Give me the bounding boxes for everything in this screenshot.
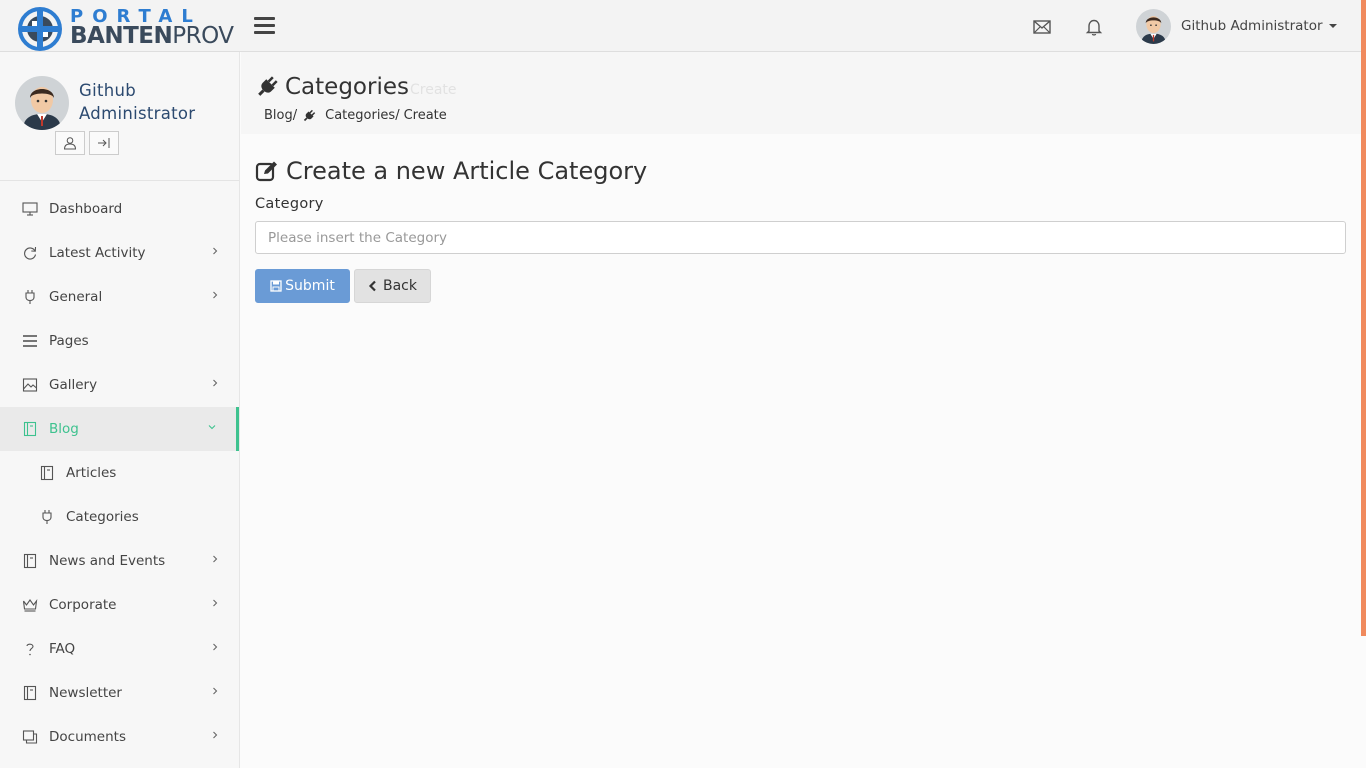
brand-logo[interactable]: PORTAL BANTENPROV bbox=[18, 6, 234, 51]
logout-button[interactable] bbox=[89, 131, 119, 155]
logo-text-bantenprov: BANTENPROV bbox=[70, 23, 234, 49]
sidebar-item-corporate[interactable]: Corporate bbox=[0, 583, 239, 627]
breadcrumb-categories-link[interactable]: Categories/ bbox=[325, 108, 399, 123]
sidebar-item-label: FAQ bbox=[49, 641, 76, 657]
sidebar-item-latest-activity[interactable]: Latest Activity bbox=[0, 231, 239, 275]
sidebar-item-faq[interactable]: FAQ bbox=[0, 627, 239, 671]
sidebar-item-label: General bbox=[49, 289, 103, 305]
avatar bbox=[1136, 8, 1171, 44]
form-title: Create a new Article Category bbox=[255, 157, 647, 185]
logo-emblem-icon bbox=[18, 7, 62, 51]
plug-icon bbox=[258, 76, 278, 96]
user-name: Github Administrator bbox=[1181, 18, 1323, 34]
sidebar-item-label: Articles bbox=[66, 465, 117, 481]
plug-icon bbox=[21, 288, 39, 306]
page-title-text: Categories bbox=[285, 74, 409, 100]
chevron-right-icon bbox=[213, 643, 218, 651]
sidebar-subitem-articles[interactable]: Articles bbox=[0, 451, 239, 495]
submit-button-label: Submit bbox=[285, 278, 335, 294]
picture-icon bbox=[21, 376, 39, 394]
user-icon bbox=[63, 137, 77, 150]
sidebar-item-label: Blog bbox=[49, 421, 79, 437]
question-icon bbox=[21, 640, 39, 658]
save-icon bbox=[270, 280, 282, 292]
sidebar-item-label: Dashboard bbox=[49, 201, 123, 217]
sidebar-item-dashboard[interactable]: Dashboard bbox=[0, 187, 239, 231]
profile-button[interactable] bbox=[55, 131, 85, 155]
sidebar-profile: Github Administrator bbox=[0, 52, 239, 181]
breadcrumb: Blog/ Categories/ Create bbox=[264, 108, 447, 123]
sidebar-item-label: Gallery bbox=[49, 377, 98, 393]
chevron-right-icon bbox=[213, 731, 218, 739]
refresh-icon bbox=[21, 244, 39, 262]
caret-down-icon bbox=[1328, 24, 1337, 28]
envelope-icon[interactable] bbox=[1031, 16, 1053, 38]
back-button-label: Back bbox=[383, 278, 417, 294]
sidebar-item-gallery[interactable]: Gallery bbox=[0, 363, 239, 407]
sidebar-subitem-categories[interactable]: Categories bbox=[0, 495, 239, 539]
sidebar-item-pages[interactable]: Pages bbox=[0, 319, 239, 363]
sidebar-item-news-and-events[interactable]: News and Events bbox=[0, 539, 239, 583]
breadcrumb-current: Create bbox=[403, 108, 447, 123]
sidebar-item-blog[interactable]: Blog bbox=[0, 407, 239, 451]
sidebar-item-label: Latest Activity bbox=[49, 245, 146, 261]
avatar bbox=[15, 76, 69, 130]
page-title: Categories Create bbox=[255, 74, 457, 100]
plug-icon bbox=[38, 508, 56, 526]
plug-icon bbox=[303, 109, 316, 121]
sidebar-item-label: Corporate bbox=[49, 597, 117, 613]
scrollbar-thumb[interactable] bbox=[1361, 0, 1366, 636]
sidebar-toggle-hamburger-icon[interactable] bbox=[254, 17, 278, 37]
book-icon bbox=[38, 464, 56, 482]
sidebar-item-documents[interactable]: Documents bbox=[0, 715, 239, 759]
bell-icon[interactable] bbox=[1083, 16, 1105, 38]
monitor-icon bbox=[21, 200, 39, 218]
logo-text-banten: BANTEN bbox=[70, 23, 173, 49]
sidebar-item-label: Newsletter bbox=[49, 685, 122, 701]
chevron-right-icon bbox=[213, 599, 218, 607]
copy-icon bbox=[21, 728, 39, 746]
book-icon bbox=[21, 552, 39, 570]
crown-icon bbox=[21, 596, 39, 614]
profile-name: Github Administrator bbox=[79, 81, 196, 123]
edit-icon bbox=[255, 161, 277, 182]
category-label: Category bbox=[255, 196, 324, 212]
chevron-left-icon bbox=[368, 280, 376, 292]
sidebar-item-label: Categories bbox=[66, 509, 139, 525]
sidebar-item-newsletter[interactable]: Newsletter bbox=[0, 671, 239, 715]
submit-button[interactable]: Submit bbox=[255, 269, 350, 303]
sidebar-item-label: News and Events bbox=[49, 553, 166, 569]
book-icon bbox=[21, 684, 39, 702]
book-icon bbox=[21, 420, 39, 438]
chevron-right-icon bbox=[213, 247, 218, 255]
back-button[interactable]: Back bbox=[354, 269, 431, 303]
sidebar-item-label: Pages bbox=[49, 333, 89, 349]
page-subtitle: Create bbox=[409, 82, 457, 98]
chevron-right-icon bbox=[213, 555, 218, 563]
sidebar: Github Administrator Dashboard Latest Ac… bbox=[0, 52, 240, 768]
chevron-right-icon bbox=[213, 687, 218, 695]
sidebar-item-general[interactable]: General bbox=[0, 275, 239, 319]
form-title-text: Create a new Article Category bbox=[286, 157, 648, 185]
chevron-right-icon bbox=[213, 379, 218, 387]
logout-icon bbox=[98, 138, 110, 148]
top-navbar: PORTAL BANTENPROV Github Administrator bbox=[0, 0, 1366, 52]
chevron-down-icon bbox=[208, 425, 216, 430]
user-dropdown[interactable]: Github Administrator bbox=[1136, 8, 1337, 44]
chevron-right-icon bbox=[213, 291, 218, 299]
breadcrumb-blog-link[interactable]: Blog/ bbox=[264, 108, 297, 123]
sidebar-item-label: Documents bbox=[49, 729, 126, 745]
page-header: Categories Create Blog/ Categories/ Crea… bbox=[241, 52, 1361, 134]
logo-text-prov: PROV bbox=[172, 23, 234, 49]
category-input[interactable] bbox=[255, 221, 1346, 254]
menu-lines-icon bbox=[21, 332, 39, 350]
